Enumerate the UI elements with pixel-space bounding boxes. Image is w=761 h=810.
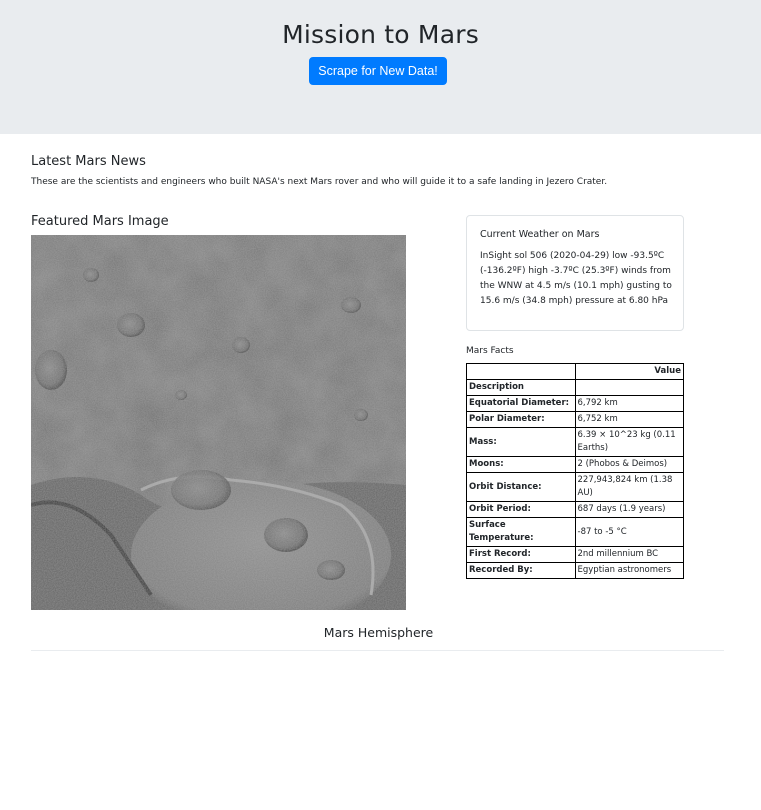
fact-value: 6,752 km — [574, 411, 684, 428]
header-jumbotron: Mission to Mars Scrape for New Data! — [0, 0, 761, 134]
facts-heading: Mars Facts — [466, 346, 514, 356]
featured-image-heading: Featured Mars Image — [31, 214, 169, 229]
featured-mars-image — [31, 235, 406, 610]
fact-value: 6,792 km — [574, 395, 684, 412]
table-row: Surface Temperature: -87 to -5 °C — [466, 517, 684, 547]
fact-label: Mass: — [466, 427, 576, 457]
table-header-row: Value — [466, 363, 684, 380]
fact-label: Orbit Distance: — [466, 472, 576, 502]
fact-value: Egyptian astronomers — [574, 562, 684, 579]
fact-label: Orbit Period: — [466, 501, 576, 518]
hemisphere-heading: Mars Hemisphere — [323, 625, 434, 640]
weather-card: Current Weather on Mars InSight sol 506 … — [466, 215, 684, 331]
table-row: Mass: 6.39 × 10^23 kg (0.11 Earths) — [466, 427, 684, 457]
fact-value: -87 to -5 °C — [574, 517, 684, 547]
fact-value: 6.39 × 10^23 kg (0.11 Earths) — [574, 427, 684, 457]
table-row: Polar Diameter: 6,752 km — [466, 411, 684, 428]
table-row: First Record: 2nd millennium BC — [466, 546, 684, 563]
table-row: Equatorial Diameter: 6,792 km — [466, 395, 684, 412]
table-row: Moons: 2 (Phobos & Deimos) — [466, 456, 684, 473]
fact-value: 2nd millennium BC — [574, 546, 684, 563]
news-heading: Latest Mars News — [31, 154, 146, 169]
table-header-blank — [466, 363, 576, 380]
page-title: Mission to Mars — [282, 20, 479, 49]
table-header-value: Value — [574, 363, 684, 380]
fact-label: Polar Diameter: — [466, 411, 576, 428]
fact-label: Recorded By: — [466, 562, 576, 579]
table-row: Orbit Period: 687 days (1.9 years) — [466, 501, 684, 518]
news-paragraph: These are the scientists and engineers w… — [31, 177, 608, 187]
fact-value: 2 (Phobos & Deimos) — [574, 456, 684, 473]
fact-value: 227,943,824 km (1.38 AU) — [574, 472, 684, 502]
fact-label: Surface Temperature: — [466, 517, 576, 547]
table-row: Orbit Distance: 227,943,824 km (1.38 AU) — [466, 472, 684, 502]
fact-label: Moons: — [466, 456, 576, 473]
mars-facts-table: Value Description Equatorial Diameter: 6… — [466, 363, 684, 579]
table-row: Description — [466, 379, 684, 396]
fact-value: 687 days (1.9 years) — [574, 501, 684, 518]
fact-label: Description — [466, 379, 576, 396]
table-row: Recorded By: Egyptian astronomers — [466, 562, 684, 579]
fact-label: Equatorial Diameter: — [466, 395, 576, 412]
scrape-button[interactable]: Scrape for New Data! — [309, 57, 447, 85]
section-divider — [31, 650, 724, 651]
weather-text: InSight sol 506 (2020-04-29) low -93.5ºC… — [480, 251, 672, 306]
weather-heading: Current Weather on Mars — [480, 229, 600, 240]
fact-value — [574, 379, 684, 396]
fact-label: First Record: — [466, 546, 576, 563]
